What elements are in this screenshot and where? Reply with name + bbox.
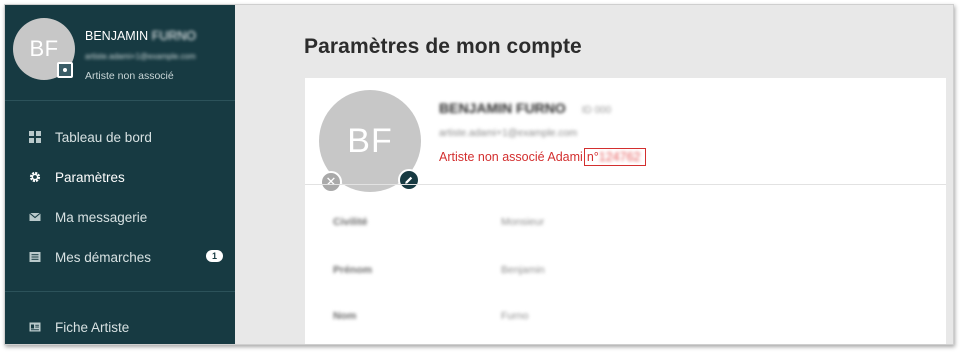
account-card: BF ✕ BENJAMIN FURNO ID 000 artiste.adami…	[305, 78, 946, 344]
edit-photo-button[interactable]	[398, 169, 420, 191]
field-row-nom: Nom Furno	[305, 310, 946, 330]
field-label: Civilité	[333, 216, 368, 228]
envelope-icon	[29, 211, 41, 223]
sidebar-item-label: Ma messagerie	[55, 209, 148, 225]
id-card-icon	[29, 321, 41, 333]
field-row-prenom: Prénom Benjamin	[305, 264, 946, 284]
sidebar-item-label: Mes démarches	[55, 249, 152, 265]
sidebar-item-parametres[interactable]: Paramètres	[5, 157, 235, 197]
adami-number-highlight: n°124762	[583, 148, 646, 166]
avatar-status-icon	[57, 62, 73, 78]
sidebar-item-demarches[interactable]: Mes démarches 1	[5, 237, 235, 277]
sidebar-divider	[5, 291, 235, 292]
profile-last-name: FURNO	[151, 29, 197, 43]
adami-number-prefix: n°	[586, 150, 599, 164]
sidebar-item-label: Tableau de bord	[55, 129, 152, 145]
account-first-name: BENJAMIN	[439, 100, 513, 116]
field-value: Monsieur	[501, 216, 545, 228]
app-window: BF BENJAMIN FURNO artiste.adami+1@exampl…	[4, 4, 954, 345]
account-status: Artiste non associé Adami n°124762	[439, 148, 646, 166]
account-suffix: ID 000	[581, 105, 612, 116]
field-label: Nom	[333, 310, 357, 322]
field-value: Furno	[501, 310, 529, 322]
sidebar-item-tableau-de-bord[interactable]: Tableau de bord	[5, 117, 235, 157]
profile-status: Artiste non associé	[85, 70, 174, 82]
remove-photo-button[interactable]: ✕	[320, 171, 342, 193]
count-badge: 1	[206, 250, 223, 262]
account-name: BENJAMIN FURNO ID 000	[439, 100, 611, 116]
account-status-text: Artiste non associé Adami	[439, 150, 583, 164]
profile-email: artiste.adami+1@example.com	[85, 52, 196, 61]
field-row-civilite: Civilité Monsieur	[305, 216, 946, 236]
close-icon: ✕	[325, 174, 337, 189]
profile-name: BENJAMIN FURNO	[85, 29, 196, 43]
card-divider	[305, 184, 946, 185]
avatar-initials: BF	[347, 121, 393, 160]
sidebar-item-messagerie[interactable]: Ma messagerie	[5, 197, 235, 237]
gear-icon	[29, 171, 41, 183]
sidebar-menu-secondary: Fiche Artiste	[5, 307, 235, 344]
sidebar-item-fiche-artiste[interactable]: Fiche Artiste	[5, 307, 235, 344]
avatar-initials: BF	[29, 36, 59, 61]
list-icon	[29, 251, 41, 263]
account-last-name: FURNO	[516, 100, 566, 116]
sidebar-profile: BF BENJAMIN FURNO artiste.adami+1@exampl…	[5, 5, 235, 101]
account-email: artiste.adami+1@example.com	[439, 128, 578, 139]
adami-number: 124762	[598, 150, 641, 164]
sidebar-menu: Tableau de bord Paramètres Ma messagerie…	[5, 117, 235, 277]
field-value: Benjamin	[501, 264, 545, 276]
sidebar-item-label: Fiche Artiste	[55, 319, 130, 335]
profile-first-name: BENJAMIN	[85, 29, 149, 43]
sidebar: BF BENJAMIN FURNO artiste.adami+1@exampl…	[5, 5, 235, 344]
page-title: Paramètres de mon compte	[304, 35, 582, 58]
sidebar-item-label: Paramètres	[55, 169, 125, 185]
field-label: Prénom	[333, 264, 373, 276]
dashboard-grid-icon	[29, 131, 41, 143]
